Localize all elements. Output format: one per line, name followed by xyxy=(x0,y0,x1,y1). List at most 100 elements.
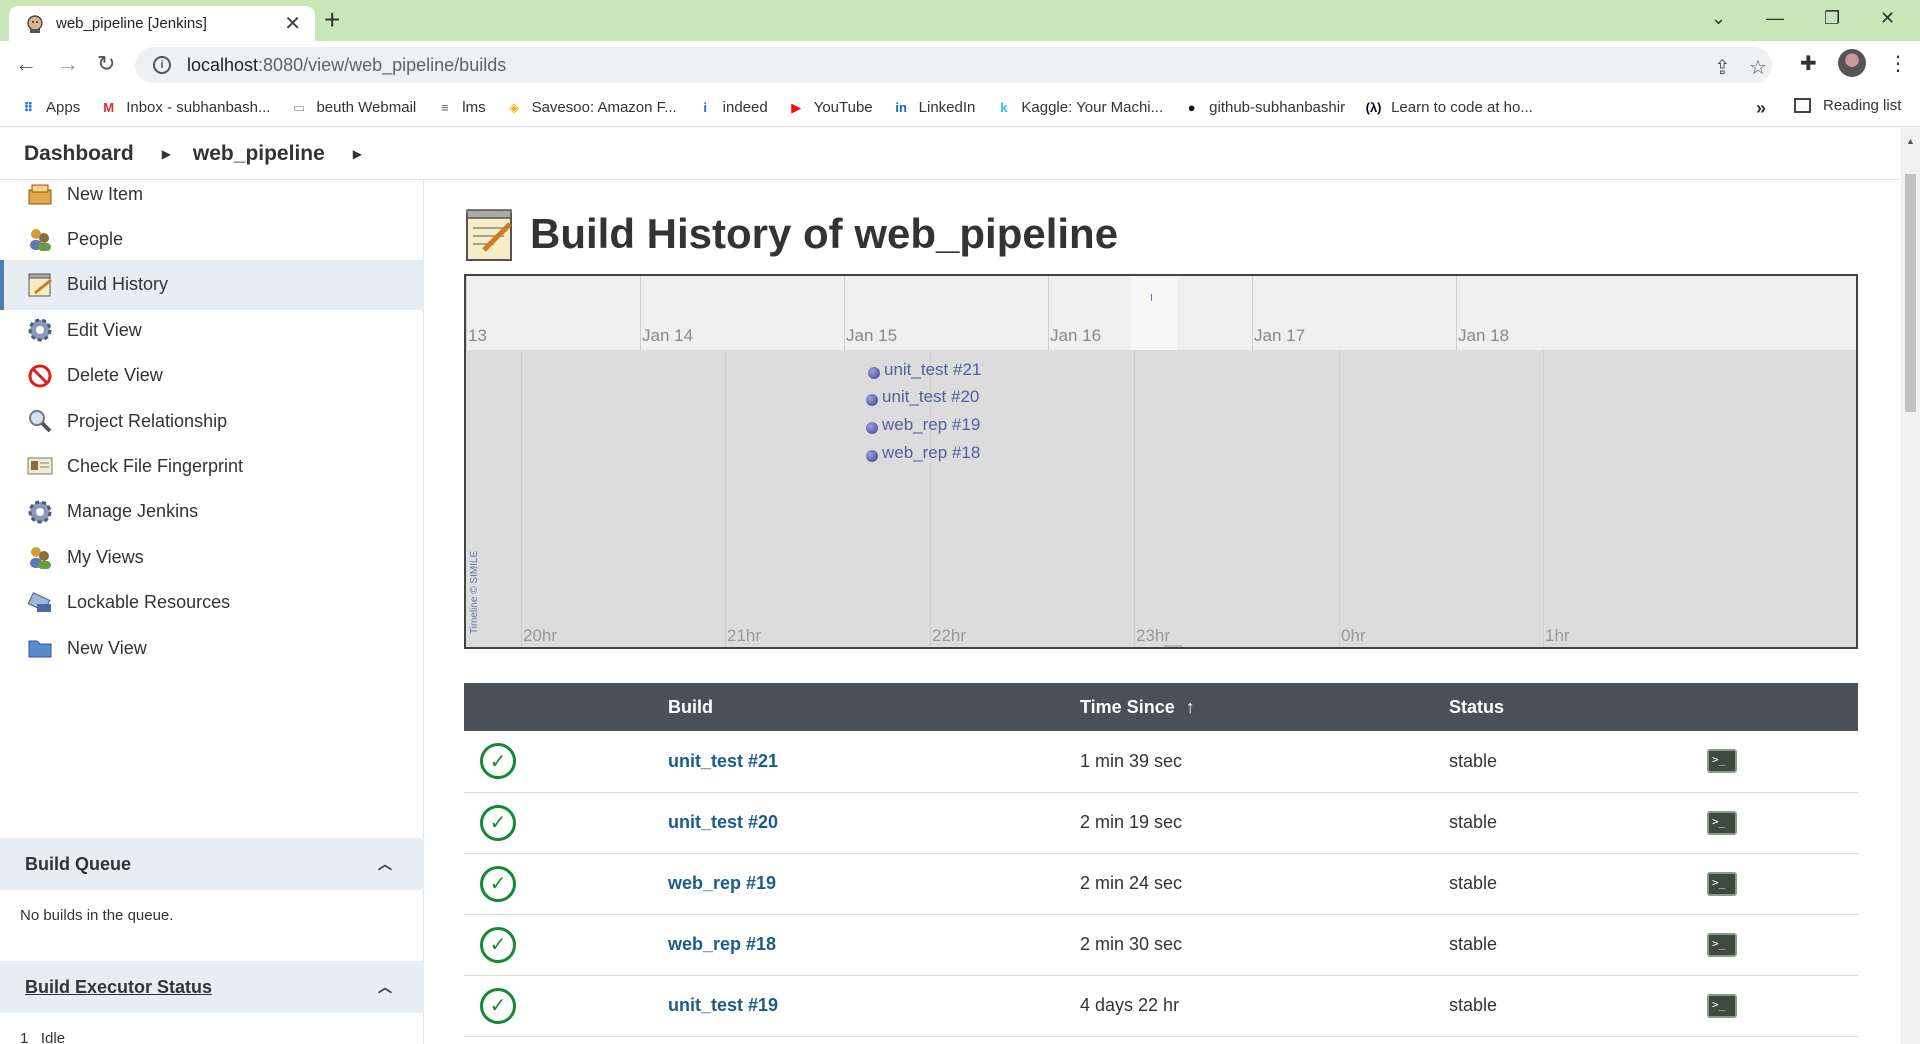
sidebar-item-project-relationship[interactable]: Project Relationship xyxy=(0,396,424,446)
build-link[interactable]: unit_test #20 xyxy=(668,812,778,832)
build-queue-header[interactable]: Build Queue ︿ xyxy=(0,838,424,890)
bookmark-item[interactable]: (λ) Learn to code at ho... xyxy=(1365,99,1533,116)
collapse-chevron-icon[interactable]: ︿ xyxy=(378,854,392,874)
build-cell: web_rep #18 xyxy=(668,914,1080,976)
timeline-event[interactable]: web_rep #19 xyxy=(866,415,980,435)
jenkins-page: Dashboard ▶ web_pipeline ▶ New Item Peopl… xyxy=(0,128,1901,1044)
time-since-cell: 2 min 30 sec xyxy=(1080,914,1449,976)
people-icon xyxy=(26,225,54,253)
savesoo-icon: ◈ xyxy=(509,100,520,115)
console-output-icon[interactable]: >_ xyxy=(1707,810,1737,835)
time-since-cell: 2 min 24 sec xyxy=(1080,853,1449,915)
time-since-column-header[interactable]: Time Since ↑ xyxy=(1080,683,1449,731)
tab-search-chevron-icon[interactable]: ⌄ xyxy=(1711,8,1726,29)
bookmark-item[interactable]: ▭ beuth Webmail xyxy=(290,99,416,116)
chrome-menu-icon[interactable]: ⋮ xyxy=(1888,51,1908,76)
console-output-icon[interactable]: >_ xyxy=(1707,932,1737,957)
build-link[interactable]: web_rep #18 xyxy=(668,934,776,954)
tab-close-icon[interactable]: ✕ xyxy=(284,14,301,34)
reading-list-button[interactable]: Reading list xyxy=(1794,97,1901,114)
bookmark-item[interactable]: k Kaggle: Your Machi... xyxy=(995,99,1163,116)
sidebar-item-build-history[interactable]: Build History xyxy=(0,259,424,310)
bookmarks-overflow[interactable]: » xyxy=(1756,98,1766,119)
profile-avatar[interactable] xyxy=(1838,49,1866,77)
bookmark-item[interactable]: in LinkedIn xyxy=(893,99,975,116)
console-output-icon[interactable]: >_ xyxy=(1707,749,1737,774)
timeline-date-label: Jan 18 xyxy=(1458,326,1510,345)
bookmark-item[interactable]: ◈ Savesoo: Amazon F... xyxy=(506,99,677,116)
sidebar-item-people[interactable]: People xyxy=(0,214,424,264)
close-window-icon[interactable]: ✕ xyxy=(1880,8,1895,29)
sidebar-item-edit-view[interactable]: Edit View xyxy=(0,305,424,355)
timeline-event[interactable]: unit_test #21 xyxy=(868,360,981,380)
collapse-chevron-icon[interactable]: ︿ xyxy=(378,977,392,997)
forward-arrow-icon[interactable]: → xyxy=(57,53,79,75)
breadcrumb-web-pipeline[interactable]: web_pipeline xyxy=(193,142,325,166)
build-status-cell: ✓ xyxy=(464,975,668,1037)
timeline-date-divider xyxy=(844,276,845,350)
table-row: ✓ unit_test #19 4 days 22 hr stable >_ xyxy=(464,975,1858,1037)
bookmark-item[interactable]: ▶ YouTube xyxy=(788,99,872,116)
restore-icon[interactable]: ❐ xyxy=(1824,8,1840,29)
share-icon[interactable]: ⇪ xyxy=(1714,55,1731,80)
url-path: :8080/view/web_pipeline/builds xyxy=(258,54,507,75)
build-status-cell: ✓ xyxy=(464,853,668,915)
bookmark-item[interactable]: ● github-subhanbashir xyxy=(1183,99,1345,116)
console-output-icon[interactable]: >_ xyxy=(1707,993,1737,1018)
sidebar-item-label: Build History xyxy=(67,274,169,295)
build-link[interactable]: web_rep #19 xyxy=(668,873,776,893)
timeline-event[interactable]: web_rep #18 xyxy=(866,443,980,463)
breadcrumb-arrow-icon[interactable]: ▶ xyxy=(162,147,171,161)
bookmark-item[interactable]: ≡ lms xyxy=(436,99,486,116)
back-arrow-icon[interactable]: ← xyxy=(15,53,37,75)
build-column-header[interactable]: Build xyxy=(668,683,1080,731)
reload-icon[interactable]: ↻ xyxy=(97,53,115,75)
status-column-header[interactable]: Status xyxy=(1449,683,1707,731)
sidebar-item-check-file-fingerprint[interactable]: Check File Fingerprint xyxy=(0,441,424,491)
bookmark-star-icon[interactable]: ☆ xyxy=(1749,55,1767,80)
success-check-icon: ✓ xyxy=(480,987,516,1024)
breadcrumb-arrow-icon[interactable]: ▶ xyxy=(353,147,362,161)
sidebar-item-delete-view[interactable]: Delete View xyxy=(0,351,424,401)
bookmark-label: Kaggle: Your Machi... xyxy=(1021,99,1164,116)
sidebar-item-new-view[interactable]: New View xyxy=(0,623,424,673)
executor-status-title[interactable]: Build Executor Status xyxy=(25,977,212,998)
build-timeline[interactable]: 13 Jan 14 Jan 15 Jan 16 Jan 17 Jan 18 20hr 21h… xyxy=(464,274,1858,649)
timeline-hour-label: 1hr xyxy=(1545,626,1570,645)
browser-tab[interactable]: web_pipeline [Jenkins] ✕ xyxy=(9,6,315,41)
scroll-up-arrow-icon[interactable]: ▲ xyxy=(1906,136,1915,146)
bookmark-item[interactable]: i indeed xyxy=(697,99,768,116)
minimize-icon[interactable]: — xyxy=(1766,8,1784,29)
scrollbar-thumb[interactable] xyxy=(1905,174,1916,412)
timeline-event-label: unit_test #20 xyxy=(882,387,980,406)
timeline-overview-tick xyxy=(1151,294,1152,301)
timeline-date-divider xyxy=(640,276,641,350)
extensions-puzzle-icon[interactable]: ✚ xyxy=(1800,51,1817,76)
sidebar-item-label: New View xyxy=(67,637,147,658)
bookmark-label: indeed xyxy=(722,99,768,116)
page-scrollbar[interactable]: ▲ xyxy=(1901,128,1920,1044)
bookmark-item[interactable]: ⠿ Apps xyxy=(20,99,80,116)
timeline-resize-handle[interactable] xyxy=(1164,645,1182,647)
sidebar-item-new-item[interactable]: New Item xyxy=(0,169,424,219)
sidebar-item-my-views[interactable]: My Views xyxy=(0,532,424,582)
address-bar[interactable]: i localhost:8080/view/web_pipeline/build… xyxy=(135,47,1772,83)
build-link[interactable]: unit_test #19 xyxy=(668,995,778,1015)
timeline-event[interactable]: unit_test #20 xyxy=(866,387,979,407)
build-link[interactable]: unit_test #21 xyxy=(668,751,778,771)
breadcrumb-dashboard[interactable]: Dashboard xyxy=(24,142,134,166)
timeline-event-dot-icon xyxy=(866,394,878,406)
linkedin-icon: in xyxy=(895,100,907,115)
freecodecamp-icon: (λ) xyxy=(1365,100,1382,115)
timeline-hour-divider xyxy=(1543,350,1544,647)
console-output-icon[interactable]: >_ xyxy=(1707,871,1737,896)
page-title: Build History of web_pipeline xyxy=(530,210,1119,257)
sidebar-item-manage-jenkins[interactable]: Manage Jenkins xyxy=(0,487,424,537)
bookmark-item[interactable]: M Inbox - subhanbash... xyxy=(100,99,270,116)
executor-status-header[interactable]: Build Executor Status ︿ xyxy=(0,961,424,1013)
bookmark-label: Learn to code at ho... xyxy=(1391,99,1533,116)
reading-list-icon xyxy=(1794,98,1811,113)
new-tab-icon[interactable]: + xyxy=(324,6,340,34)
sidebar-item-lockable-resources[interactable]: Lockable Resources xyxy=(0,578,424,628)
site-info-icon[interactable]: i xyxy=(153,56,171,74)
